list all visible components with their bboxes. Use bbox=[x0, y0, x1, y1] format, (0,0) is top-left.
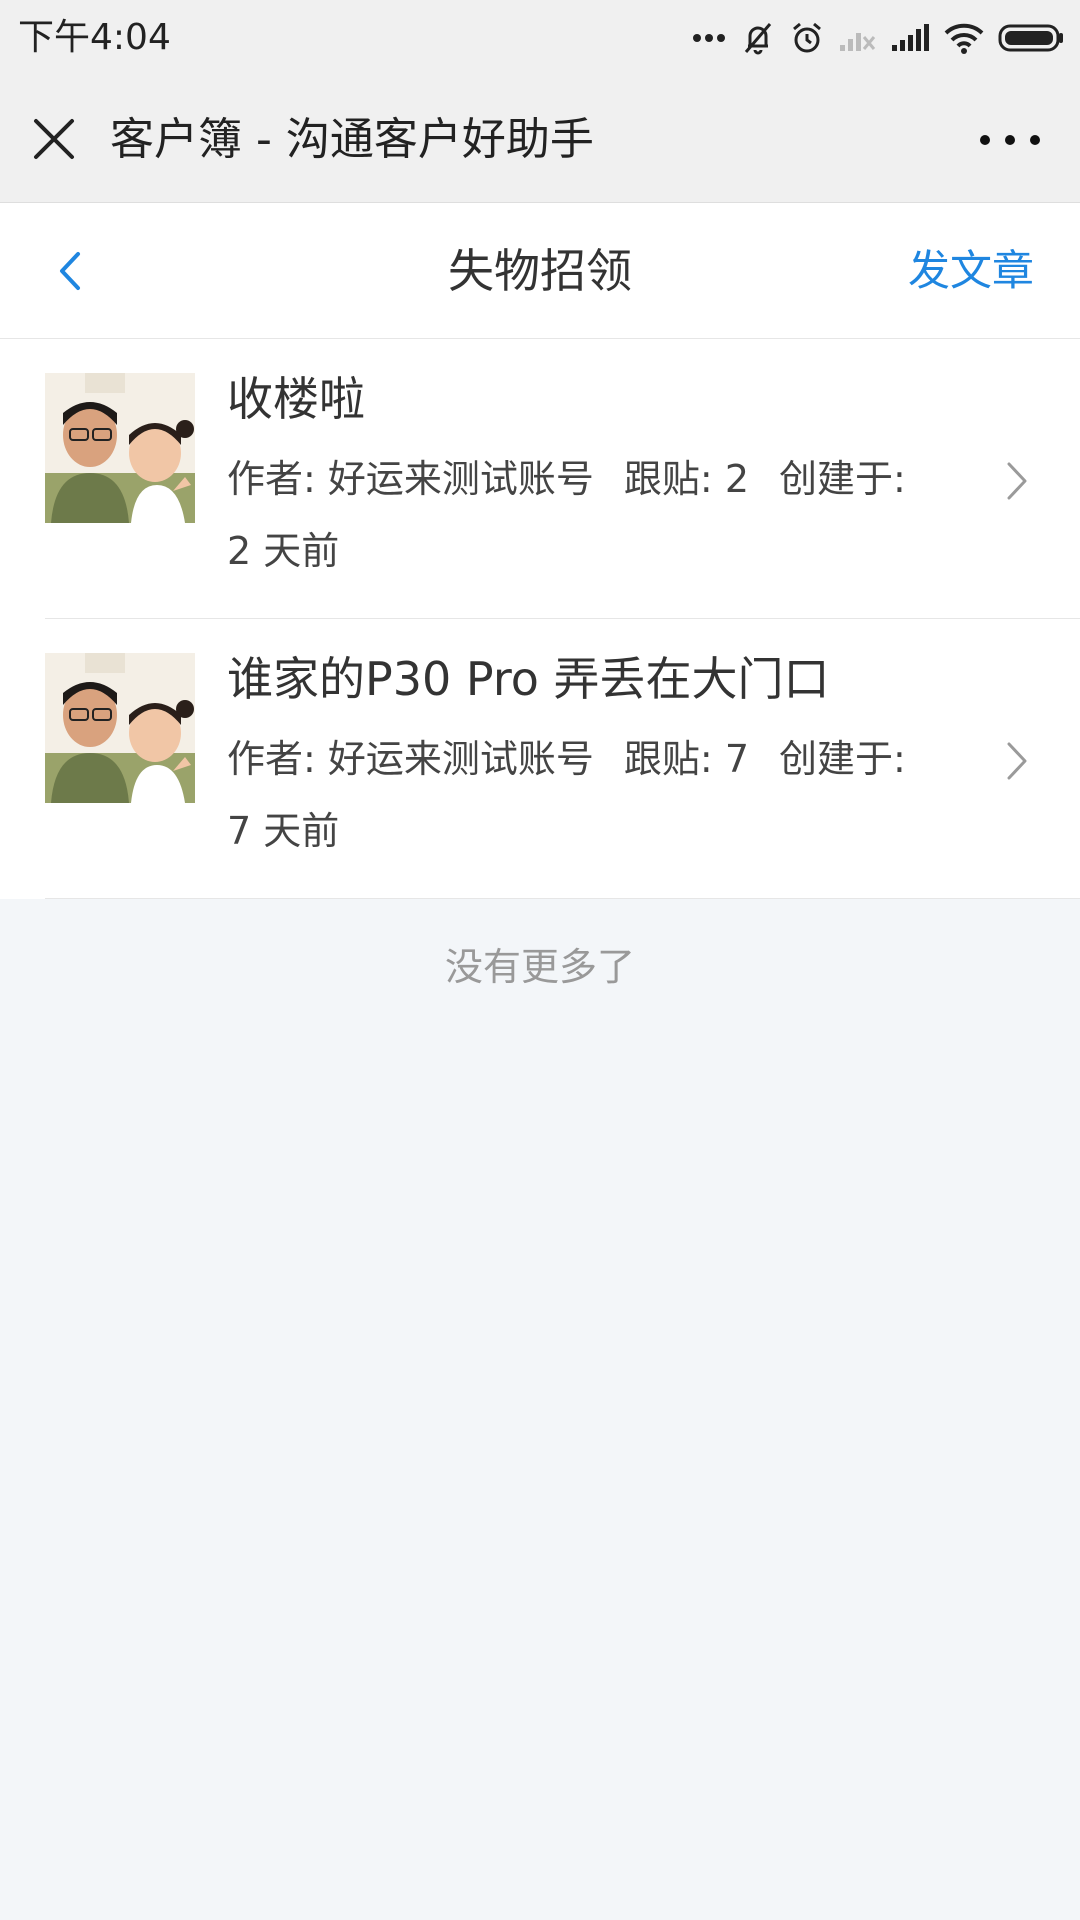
created-time: 7 天前 bbox=[227, 809, 340, 853]
post-meta: 作者: 好运来测试账号 跟贴: 7 创建于: 7 天前 bbox=[227, 723, 987, 867]
status-bar: 下午4:04 bbox=[0, 0, 1080, 76]
created-time: 2 天前 bbox=[227, 529, 340, 573]
replies-count: 2 bbox=[724, 457, 750, 501]
replies-label: 跟贴: bbox=[623, 737, 713, 781]
signal-icon bbox=[890, 23, 930, 53]
signal-off-icon bbox=[838, 23, 876, 53]
post-body: 收楼啦 作者: 好运来测试账号 跟贴: 2 创建于: 2 天前 bbox=[227, 369, 987, 587]
author-label: 作者: bbox=[227, 737, 316, 781]
replies-label: 跟贴: bbox=[623, 457, 713, 501]
wifi-icon bbox=[944, 22, 984, 54]
more-icon[interactable] bbox=[980, 122, 1040, 158]
post-title: 收楼啦 bbox=[227, 372, 365, 426]
app-title: 客户簿 - 沟通客户好助手 bbox=[110, 114, 594, 165]
post-meta: 作者: 好运来测试账号 跟贴: 2 创建于: 2 天前 bbox=[227, 443, 987, 587]
status-icons bbox=[692, 16, 1064, 60]
avatar bbox=[45, 373, 195, 523]
author-name: 好运来测试账号 bbox=[327, 737, 594, 781]
write-article-button[interactable]: 发文章 bbox=[908, 245, 1034, 297]
author-label: 作者: bbox=[227, 457, 316, 501]
mute-bell-icon bbox=[740, 20, 776, 56]
alarm-icon bbox=[790, 21, 824, 55]
post-body: 谁家的P30 Pro 弄丢在大门口 作者: 好运来测试账号 跟贴: 7 创建于: 7 … bbox=[227, 649, 987, 867]
chevron-right-icon bbox=[1006, 741, 1028, 781]
replies-count: 7 bbox=[724, 737, 750, 781]
page-nav: 失物招领 发文章 bbox=[0, 203, 1080, 339]
more-notifications-icon bbox=[692, 32, 726, 44]
created-label: 创建于: bbox=[779, 457, 906, 501]
status-time: 下午4:04 bbox=[18, 17, 171, 58]
chevron-right-icon bbox=[1006, 461, 1028, 501]
battery-icon bbox=[998, 23, 1064, 53]
post-title: 谁家的P30 Pro 弄丢在大门口 bbox=[227, 652, 830, 706]
list-item[interactable]: 谁家的P30 Pro 弄丢在大门口 作者: 好运来测试账号 跟贴: 7 创建于: 7 … bbox=[45, 619, 1080, 899]
no-more-text: 没有更多了 bbox=[444, 945, 635, 989]
created-label: 创建于: bbox=[779, 737, 906, 781]
close-icon[interactable] bbox=[30, 115, 78, 163]
list-item[interactable]: 收楼啦 作者: 好运来测试账号 跟贴: 2 创建于: 2 天前 bbox=[45, 339, 1080, 619]
avatar bbox=[45, 653, 195, 803]
app-title-bar: 客户簿 - 沟通客户好助手 bbox=[0, 76, 1080, 203]
author-name: 好运来测试账号 bbox=[327, 457, 594, 501]
post-list: 收楼啦 作者: 好运来测试账号 跟贴: 2 创建于: 2 天前 谁家的P30 P… bbox=[0, 339, 1080, 899]
